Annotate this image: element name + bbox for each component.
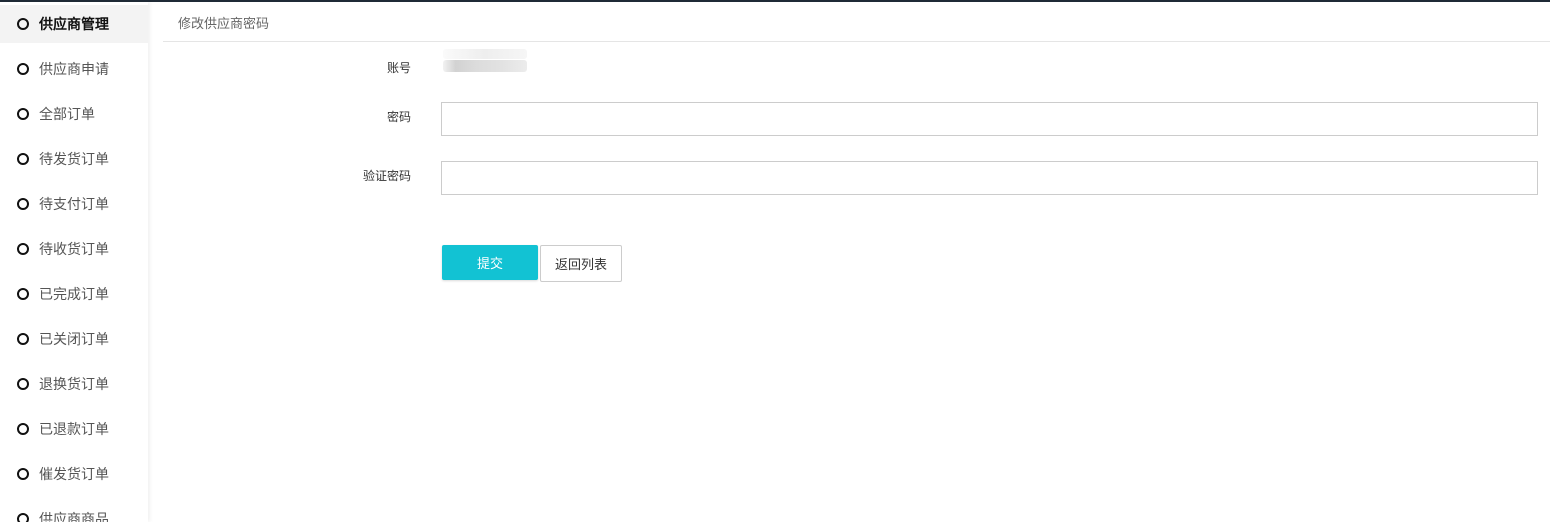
page-title: 修改供应商密码 <box>178 17 270 32</box>
sidebar-item-pending-shipment[interactable]: 待发货订单 <box>0 140 148 178</box>
circle-icon <box>17 513 29 522</box>
page-header: 修改供应商密码 <box>163 2 1550 42</box>
sidebar-item-label: 已退款订单 <box>39 422 109 438</box>
circle-icon <box>17 198 29 210</box>
sidebar-item-return-exchange[interactable]: 退换货订单 <box>0 365 148 403</box>
password-label: 密码 <box>386 110 411 124</box>
circle-icon <box>17 468 29 480</box>
sidebar-item-pending-payment[interactable]: 待支付订单 <box>0 185 148 223</box>
sidebar: 供应商管理 供应商申请 全部订单 待发货订单 待支付订单 待收货订单 已完成订单… <box>0 2 148 522</box>
main-content: 修改供应商密码 账号 密码 验证密码 提交 返回列表 <box>163 2 1550 522</box>
sidebar-item-urge-shipment[interactable]: 催发货订单 <box>0 455 148 493</box>
circle-icon <box>17 63 29 75</box>
sidebar-item-label: 供应商申请 <box>39 62 109 78</box>
sidebar-item-closed-orders[interactable]: 已关闭订单 <box>0 320 148 358</box>
sidebar-item-label: 待发货订单 <box>39 152 109 168</box>
sidebar-item-all-orders[interactable]: 全部订单 <box>0 95 148 133</box>
sidebar-item-completed-orders[interactable]: 已完成订单 <box>0 275 148 313</box>
circle-icon <box>17 333 29 345</box>
circle-icon <box>17 18 29 30</box>
circle-icon <box>17 108 29 120</box>
password-input[interactable] <box>441 102 1538 136</box>
sidebar-item-label: 已关闭订单 <box>39 332 109 348</box>
circle-icon <box>17 288 29 300</box>
sidebar-item-pending-receipt[interactable]: 待收货订单 <box>0 230 148 268</box>
sidebar-item-label: 全部订单 <box>39 107 95 123</box>
sidebar-item-label: 已完成订单 <box>39 287 109 303</box>
account-label: 账号 <box>386 61 411 75</box>
sidebar-item-label: 退换货订单 <box>39 377 109 393</box>
circle-icon <box>17 378 29 390</box>
sidebar-item-supplier-application[interactable]: 供应商申请 <box>0 50 148 88</box>
sidebar-item-label: 待收货订单 <box>39 242 109 258</box>
sidebar-item-supplier-management[interactable]: 供应商管理 <box>0 5 148 43</box>
confirm-password-label: 验证密码 <box>362 169 411 183</box>
submit-button[interactable]: 提交 <box>442 245 538 280</box>
back-to-list-button[interactable]: 返回列表 <box>540 245 622 282</box>
sidebar-item-label: 供应商管理 <box>39 17 109 33</box>
account-value-blurred <box>443 60 527 72</box>
sidebar-item-label: 待支付订单 <box>39 197 109 213</box>
account-value-blurred <box>443 49 527 59</box>
confirm-password-input[interactable] <box>441 161 1538 195</box>
sidebar-item-refunded-orders[interactable]: 已退款订单 <box>0 410 148 448</box>
sidebar-item-label: 催发货订单 <box>39 467 109 483</box>
circle-icon <box>17 243 29 255</box>
circle-icon <box>17 423 29 435</box>
sidebar-item-supplier-products[interactable]: 供应商商品 <box>0 500 148 522</box>
sidebar-item-label: 供应商商品 <box>39 512 109 522</box>
circle-icon <box>17 153 29 165</box>
